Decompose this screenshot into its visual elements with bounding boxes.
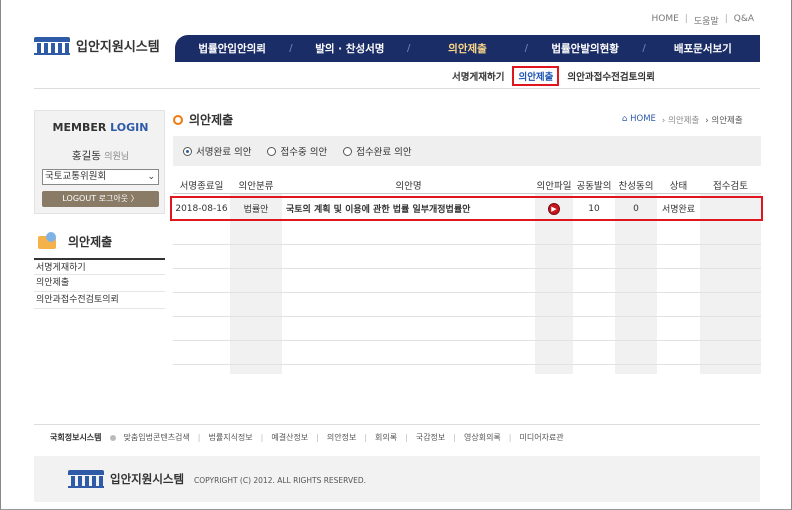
- member-login-box: MEMBER LOGIN 홍길동 의원님 국토교통위원회 ⌄ LOGOUT 로그…: [34, 110, 165, 214]
- footer-link[interactable]: 의안정보: [327, 432, 356, 443]
- col-header-co-sponsor[interactable]: 공동발의: [573, 176, 615, 193]
- filter-received-radio[interactable]: 접수완료 의안: [343, 144, 412, 158]
- table-row-divider: [173, 244, 761, 245]
- table-column-shade: [615, 194, 657, 374]
- util-help-link[interactable]: 도움말: [694, 14, 719, 27]
- gnb-item-sign[interactable]: 발의 · 찬성서명: [293, 41, 407, 56]
- page-title: 의안제출: [173, 111, 233, 128]
- table-row-divider: [173, 316, 761, 317]
- col-header-bill-name[interactable]: 의안명: [282, 176, 535, 193]
- filter-signed-radio[interactable]: 서명완료 의안: [183, 144, 251, 158]
- footer-link[interactable]: 예결산정보: [271, 432, 308, 443]
- footer-divider: [34, 424, 760, 425]
- gnb-item-bill-status[interactable]: 법률안발의현황: [528, 41, 642, 56]
- gnb-item-bill-request[interactable]: 법률안입안의뢰: [175, 41, 289, 56]
- side-menu-title: 의안제출: [38, 232, 112, 250]
- table-row-divider: [173, 292, 761, 293]
- logo-text: 입안지원시스템: [76, 40, 160, 55]
- col-header-file[interactable]: 의안파일: [535, 176, 573, 193]
- util-home-link[interactable]: HOME: [651, 14, 678, 27]
- table-column-shade: [230, 194, 282, 374]
- member-name: 홍길동 의원님: [71, 150, 130, 162]
- global-nav: 법률안입안의뢰 / 발의 · 찬성서명 / 의안제출 / 법률안발의현황 / 배…: [175, 35, 760, 62]
- subnav-item-review-request[interactable]: 의안과접수전검토의뢰: [567, 69, 654, 83]
- row-highlight-box: [170, 196, 763, 221]
- table-row-divider: [173, 364, 761, 365]
- chevron-down-icon: ⌄: [147, 172, 155, 182]
- radio-unchecked-icon: [267, 146, 277, 156]
- footer-link[interactable]: 영상회의록: [464, 432, 501, 443]
- col-header-category[interactable]: 의안분류: [230, 176, 282, 193]
- col-header-support[interactable]: 찬성동의: [615, 176, 657, 193]
- util-separator: |: [724, 14, 728, 24]
- breadcrumb: ⌂ HOME › 의안제출 › 의안제출: [622, 114, 743, 126]
- col-header-review[interactable]: 접수검토: [700, 176, 761, 193]
- breadcrumb-home[interactable]: ⌂ HOME: [622, 114, 656, 126]
- footer-link[interactable]: 법률지식정보: [208, 432, 252, 443]
- footer-link[interactable]: 맞춤입법콘텐츠검색: [124, 432, 190, 443]
- login-title: MEMBER LOGIN: [52, 121, 149, 134]
- util-separator: |: [684, 14, 688, 24]
- footer-link[interactable]: 회의록: [375, 432, 397, 443]
- radio-unchecked-icon: [343, 146, 353, 156]
- breadcrumb-item[interactable]: › 의안제출: [662, 114, 699, 126]
- subnav-item-bill-submit[interactable]: 의안제출: [512, 66, 560, 86]
- util-qna-link[interactable]: Q&A: [734, 14, 754, 27]
- header-divider: [34, 88, 760, 89]
- side-item-sign-post[interactable]: 서명게재하기: [34, 258, 165, 275]
- gnb-item-bill-submit[interactable]: 의안제출: [410, 41, 524, 56]
- col-header-end-date[interactable]: 서명종료일: [173, 176, 230, 193]
- assembly-building-icon: [68, 470, 104, 488]
- bullet-icon: [109, 434, 116, 441]
- gnb-item-documents[interactable]: 배포문서보기: [646, 41, 760, 56]
- table-column-shade: [700, 194, 761, 374]
- circle-bullet-icon: [173, 114, 183, 125]
- committee-select[interactable]: 국토교통위원회 ⌄: [42, 169, 159, 185]
- col-header-status[interactable]: 상태: [657, 176, 700, 193]
- footer-main-link[interactable]: 국회정보시스템: [50, 432, 102, 443]
- footer-link[interactable]: 국감정보: [416, 432, 445, 443]
- footer-logo: 입안지원시스템: [68, 470, 184, 488]
- status-filter: 서명완료 의안 접수중 의안 접수완료 의안: [173, 136, 761, 166]
- folder-people-icon: [38, 232, 58, 250]
- breadcrumb-current: › 의안제출: [705, 116, 743, 126]
- side-item-bill-submit[interactable]: 의안제출: [34, 275, 165, 292]
- footer-link[interactable]: 미디어자료관: [520, 432, 564, 443]
- filter-receiving-radio[interactable]: 접수중 의안: [267, 144, 327, 158]
- sub-nav: 서명게재하기 의안제출 의안과접수전검토의뢰: [452, 66, 655, 86]
- assembly-building-icon: [34, 36, 70, 55]
- table-column-shade: [535, 194, 573, 374]
- footer: 입안지원시스템 COPYRIGHT (C) 2012. ALL RIGHTS R…: [34, 456, 760, 502]
- site-logo[interactable]: 입안지원시스템: [34, 36, 160, 55]
- logout-button[interactable]: LOGOUT 로그아웃 〉: [42, 191, 159, 207]
- footer-links: 국회정보시스템 맞춤입법콘텐츠검색 | 법률지식정보 | 예결산정보 | 의안정…: [50, 432, 564, 443]
- copyright: COPYRIGHT (C) 2012. ALL RIGHTS RESERVED.: [194, 476, 366, 485]
- table-header: 서명종료일 의안분류 의안명 의안파일 공동발의 찬성동의 상태 접수검토: [173, 176, 761, 194]
- side-menu: 서명게재하기 의안제출 의안과접수전검토의뢰: [34, 258, 165, 309]
- table-row-divider: [173, 268, 761, 269]
- radio-checked-icon: [183, 146, 192, 156]
- table-row-divider: [173, 340, 761, 341]
- footer-logo-text: 입안지원시스템: [110, 472, 185, 486]
- subnav-item-sign-post[interactable]: 서명게재하기: [452, 69, 504, 83]
- utility-links: HOME | 도움말 | Q&A: [651, 14, 754, 27]
- side-item-review-request[interactable]: 의안과접수전검토의뢰: [34, 292, 165, 309]
